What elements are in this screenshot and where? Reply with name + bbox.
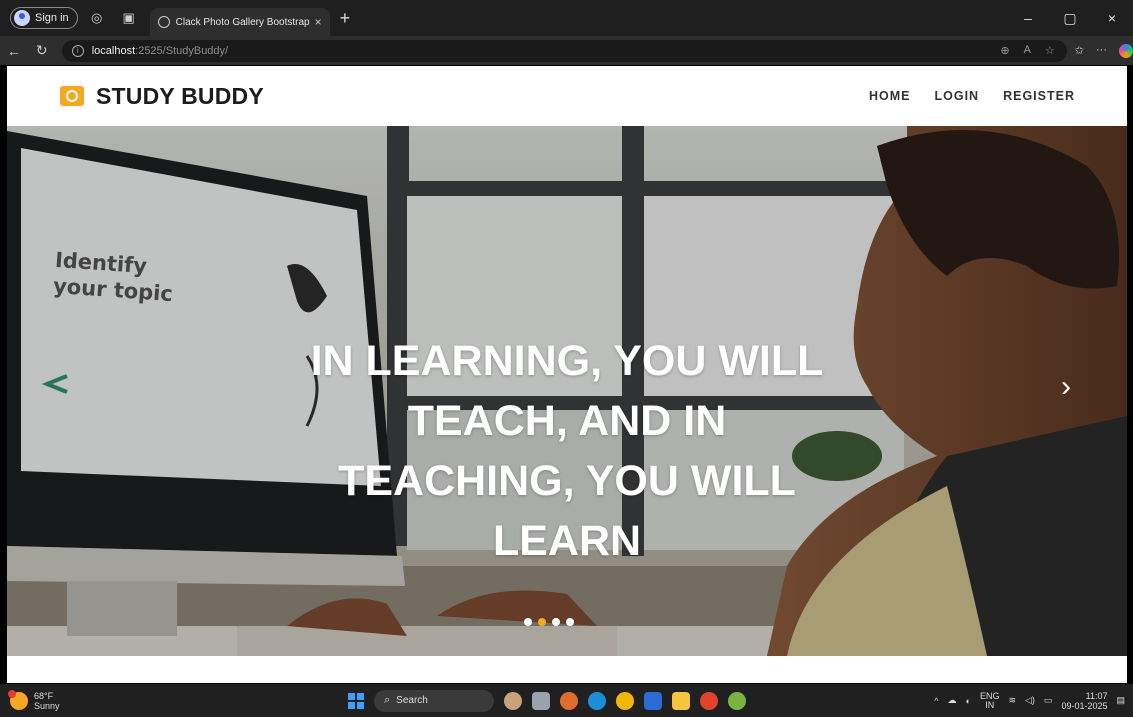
minimize-button[interactable]: – [1007, 10, 1049, 27]
camera-icon [60, 86, 84, 106]
wifi-icon[interactable]: ≋ [1008, 695, 1016, 706]
carousel-dot-1[interactable] [524, 618, 532, 626]
search-icon: ⌕ [384, 694, 391, 706]
system-tray: ^ ☁ ◐ ENG IN ≋ ◁) ▭ 11:07 09-01-2025 ▤ [934, 691, 1125, 711]
app-icon-green[interactable] [728, 691, 746, 710]
tab-title: Clack Photo Gallery Bootstrap Re [175, 16, 311, 28]
taskbar-center: ⌕ Search [348, 684, 746, 717]
tab-actions-icon[interactable]: ▣ [116, 7, 142, 29]
copilot-icon[interactable] [1119, 43, 1133, 58]
globe-icon [157, 16, 170, 28]
more-options-icon[interactable]: ··· [1096, 44, 1107, 58]
url-path: :2525/StudyBuddy/ [135, 44, 229, 57]
file-explorer-icon[interactable] [672, 691, 690, 710]
chrome-icon[interactable] [616, 691, 634, 710]
task-view-icon[interactable] [532, 691, 550, 710]
hero-quote-line-4: LEARN [492, 517, 642, 565]
restore-button[interactable]: ▢ [1049, 10, 1091, 27]
clock-date: 09-01-2025 [1061, 700, 1108, 711]
site-info-icon[interactable]: i [71, 44, 84, 57]
windows-start-icon[interactable] [348, 692, 364, 709]
hero-quote-line-3: TEACHING, YOU WILL [338, 457, 796, 505]
refresh-icon[interactable]: ↻ [28, 42, 56, 59]
sun-icon [8, 689, 28, 710]
nav-login-link[interactable]: LOGIN [935, 89, 980, 103]
zoom-icon[interactable]: ⊕ [1000, 44, 1009, 57]
carousel-indicators [524, 618, 574, 626]
tray-app-icon[interactable]: ◐ [966, 696, 971, 706]
battery-icon[interactable]: ▭ [1044, 695, 1053, 706]
weather-desc: Sunny [34, 700, 60, 711]
taskbar-search-label: Search [396, 695, 428, 706]
address-bar[interactable]: i localhost :2525/StudyBuddy/ ⊕ A ☆ [61, 39, 1067, 62]
tab-close-button[interactable]: × [315, 15, 322, 29]
weather-widget[interactable]: 68°F Sunny [8, 689, 60, 711]
hero-quote-line-1: IN LEARNING, YOU WILL [310, 337, 824, 385]
weather-temp: 68°F [34, 690, 54, 701]
close-window-button[interactable]: × [1091, 10, 1133, 27]
taskbar-search[interactable]: ⌕ Search [374, 689, 494, 712]
carousel-dot-2[interactable] [538, 618, 546, 626]
address-toolbar: ← ↻ i localhost :2525/StudyBuddy/ ⊕ A ☆ … [0, 36, 1133, 65]
carousel-next-arrow-icon[interactable]: › [1061, 370, 1071, 404]
workspaces-icon[interactable]: ◎ [84, 7, 110, 29]
windows-taskbar: 68°F Sunny ⌕ Search ^ ☁ ◐ ENG IN ≋ ◁) ▭ … [0, 684, 1133, 717]
app-icon-red[interactable] [700, 691, 718, 710]
nav-register-link[interactable]: REGISTER [1003, 89, 1075, 103]
edge-browser-icon[interactable] [588, 691, 606, 710]
url-host: localhost [91, 44, 136, 57]
page-viewport: STUDY BUDDY HOME LOGIN REGISTER Identify… [7, 66, 1127, 683]
carousel-dot-4[interactable] [566, 618, 574, 626]
hero-quote-line-2: TEACH, AND IN [407, 397, 727, 445]
browser-tab[interactable]: Clack Photo Gallery Bootstrap Re × [149, 8, 330, 36]
hero-quote: IN LEARNING, YOU WILL TEACH, AND IN TEAC… [227, 331, 907, 571]
word-icon[interactable] [644, 691, 662, 710]
site-header: STUDY BUDDY HOME LOGIN REGISTER [7, 66, 1127, 126]
browser-tab-bar: Sign in ◎ ▣ Clack Photo Gallery Bootstra… [0, 0, 1133, 36]
main-nav: HOME LOGIN REGISTER [869, 89, 1075, 103]
copilot-app-icon[interactable] [560, 691, 578, 710]
sign-in-label: Sign in [35, 12, 69, 24]
back-arrow-icon[interactable]: ← [0, 43, 28, 59]
new-tab-button[interactable]: + [340, 8, 351, 29]
screen-title-text: Identify your topic [52, 247, 175, 307]
hero-carousel: Identify your topic IN LEARNING, YOU WIL… [7, 126, 1127, 656]
sign-in-button[interactable]: Sign in [10, 7, 78, 29]
brand-link[interactable]: STUDY BUDDY [60, 83, 264, 110]
favorites-icon[interactable]: ✩ [1075, 44, 1084, 58]
carousel-dot-3[interactable] [552, 618, 560, 626]
volume-icon[interactable]: ◁) [1025, 695, 1035, 706]
read-aloud-icon[interactable]: A [1024, 44, 1031, 57]
clock[interactable]: 11:07 09-01-2025 [1061, 691, 1107, 711]
tray-cloud-icon[interactable]: ☁ [948, 695, 957, 706]
clock-time: 11:07 [1085, 690, 1108, 701]
page-content-below-hero [7, 656, 1127, 683]
window-controls: – ▢ × [1007, 10, 1133, 27]
brand-name: STUDY BUDDY [96, 82, 264, 109]
region-code: IN [985, 699, 995, 710]
favorite-star-icon[interactable]: ☆ [1045, 44, 1055, 57]
profile-icon [14, 10, 30, 26]
nav-home-link[interactable]: HOME [869, 89, 911, 103]
widgets-icon[interactable] [504, 691, 522, 710]
notifications-icon[interactable]: ▤ [1116, 695, 1125, 706]
show-hidden-icons-icon[interactable]: ^ [934, 696, 938, 706]
language-indicator[interactable]: ENG IN [980, 691, 1000, 710]
